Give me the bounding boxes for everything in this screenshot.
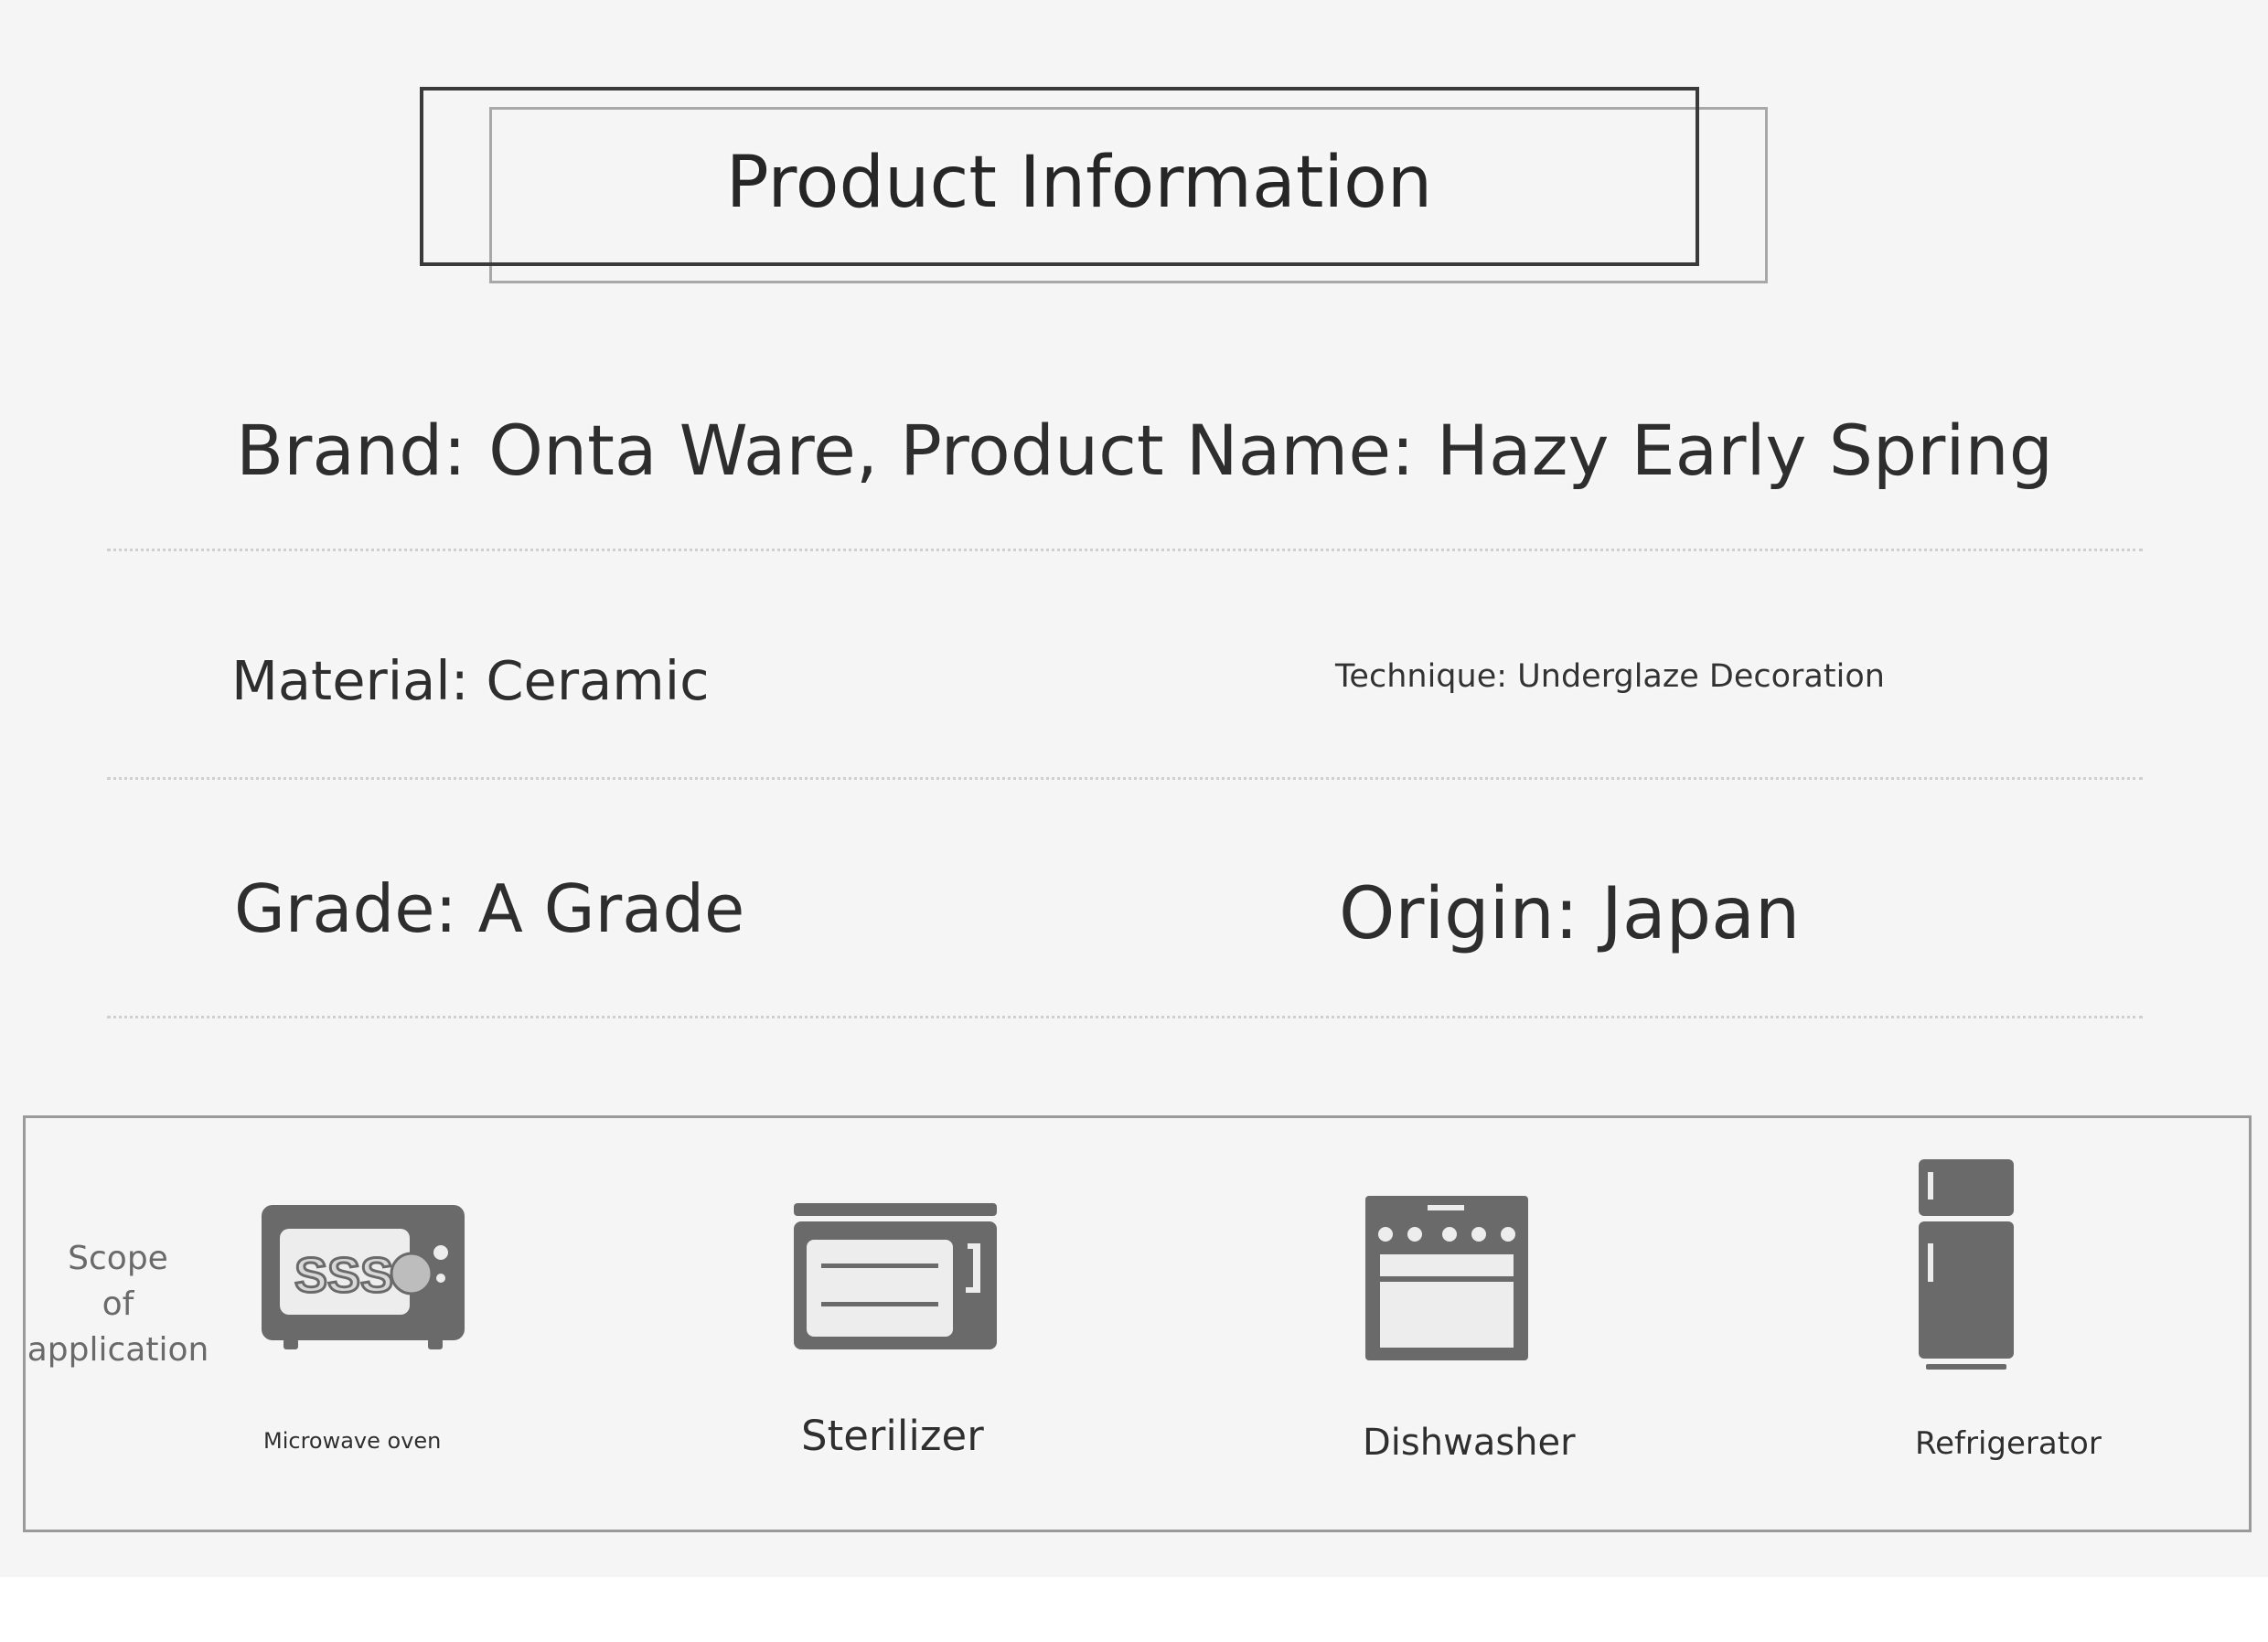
row-divider [107,777,2143,780]
grade-text: Grade: A Grade [234,870,745,947]
row-divider [107,1016,2143,1018]
row-divider [107,549,2143,551]
microwave-label: Microwave oven [263,1428,442,1454]
scope-label-line: application [27,1331,209,1369]
refrigerator-icon [1917,1159,2016,1375]
brand-product-name: Brand: Onta Ware, Product Name: Hazy Ear… [236,410,2053,491]
technique-text: Technique: Underglaze Decoration [1335,658,1885,695]
sterilizer-icon [794,1203,997,1353]
origin-text: Origin: Japan [1339,873,1801,955]
dishwasher-label: Dishwasher [1363,1422,1576,1464]
page-title: Product Information [725,142,1433,224]
svg-text:SSS: SSS [294,1248,393,1303]
scope-label-line: of [102,1285,134,1323]
product-info-panel: Product Information Brand: Onta Ware, Pr… [0,0,2268,1577]
microwave-icon: SSS [262,1201,465,1355]
dishwasher-icon [1365,1196,1528,1364]
sterilizer-label: Sterilizer [801,1412,984,1460]
material-text: Material: Ceramic [231,649,710,712]
scope-label: Scope of application [26,1236,210,1373]
scope-label-line: Scope [68,1240,168,1277]
refrigerator-label: Refrigerator [1915,1425,2102,1462]
